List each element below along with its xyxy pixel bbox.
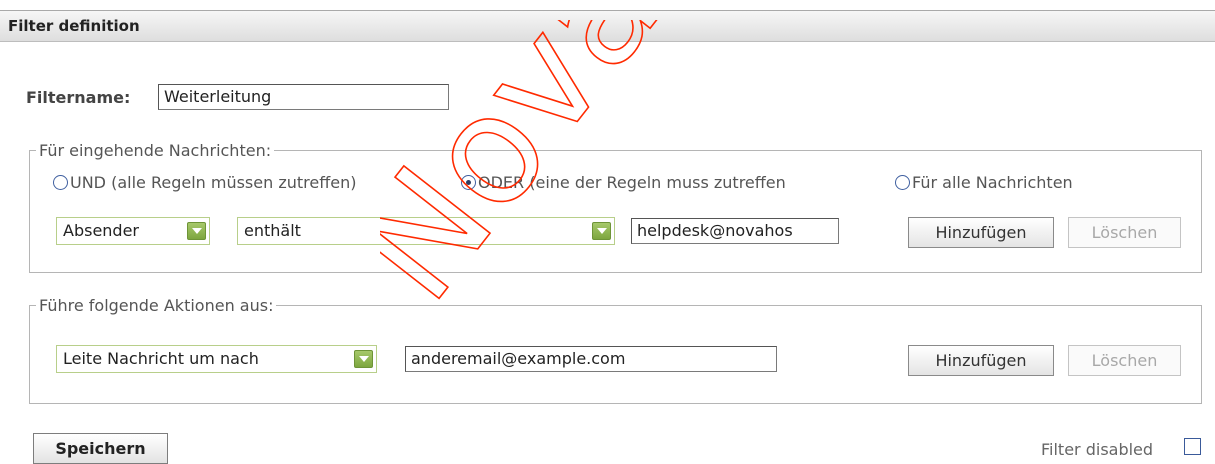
incoming-legend: Für eingehende Nachrichten:	[39, 141, 272, 160]
filtername-label: Filtername:	[26, 88, 131, 107]
filter-disabled-label: Filter disabled	[1041, 440, 1154, 459]
action-select-value: Leite Nachricht um nach	[63, 349, 259, 368]
page-title: Filter definition	[8, 17, 140, 35]
actions-legend: Führe folgende Aktionen aus:	[39, 296, 274, 315]
condition-operator-select[interactable]: enthält	[237, 217, 615, 245]
condition-field-select[interactable]: Absender	[56, 217, 210, 245]
filtername-input[interactable]: Weiterleitung	[158, 84, 449, 110]
condition-value-input[interactable]: helpdesk@novahos	[631, 218, 839, 244]
dropdown-arrow-icon[interactable]	[354, 350, 373, 368]
radio-and-circle[interactable]	[53, 175, 68, 190]
condition-field-value: Absender	[63, 221, 139, 240]
radio-and[interactable]: UND (alle Regeln müssen zutreffen)	[53, 173, 356, 192]
condition-operator-value: enthält	[244, 221, 301, 240]
radio-all[interactable]: Für alle Nachrichten	[895, 173, 1073, 192]
radio-all-circle[interactable]	[895, 175, 910, 190]
incoming-messages-group: Für eingehende Nachrichten:	[29, 141, 1202, 273]
filter-disabled-checkbox[interactable]	[1184, 438, 1201, 455]
radio-or-circle[interactable]	[461, 175, 476, 190]
save-button[interactable]: Speichern	[33, 433, 168, 464]
add-action-button[interactable]: Hinzufügen	[908, 345, 1054, 376]
add-condition-button[interactable]: Hinzufügen	[908, 217, 1054, 248]
radio-and-label: UND (alle Regeln müssen zutreffen)	[70, 173, 357, 192]
action-value-input[interactable]: anderemail@example.com	[405, 346, 777, 372]
dropdown-arrow-icon[interactable]	[592, 222, 611, 240]
action-select[interactable]: Leite Nachricht um nach	[56, 345, 377, 373]
delete-action-button[interactable]: Löschen	[1068, 345, 1181, 376]
delete-condition-button[interactable]: Löschen	[1068, 217, 1181, 248]
dropdown-arrow-icon[interactable]	[187, 222, 206, 240]
radio-or[interactable]: ODER (eine der Regeln muss zutreffen	[461, 173, 786, 192]
radio-all-label: Für alle Nachrichten	[912, 173, 1073, 192]
radio-or-label: ODER (eine der Regeln muss zutreffen	[478, 173, 786, 192]
header-bar: Filter definition	[0, 10, 1215, 42]
